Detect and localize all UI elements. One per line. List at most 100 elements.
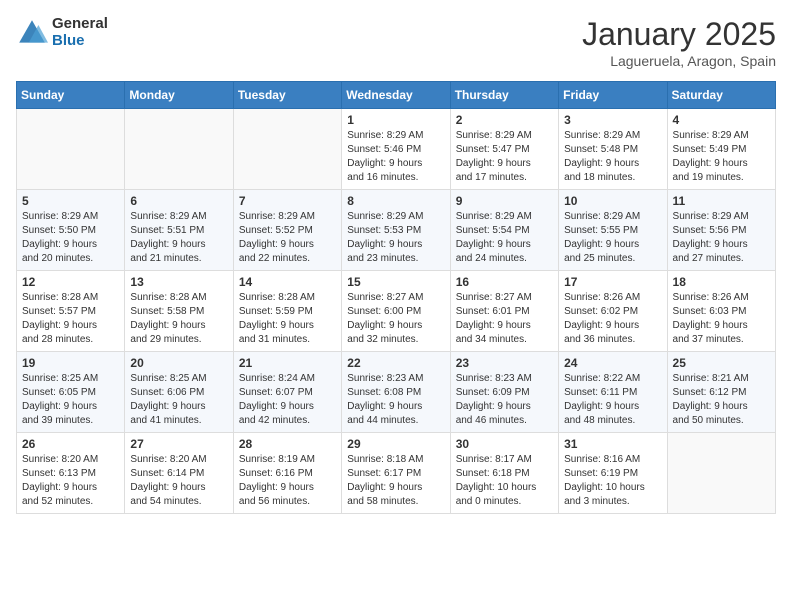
day-info: Sunrise: 8:29 AMSunset: 5:51 PMDaylight:… [130,210,227,266]
calendar-day-cell: 2 Sunrise: 8:29 AMSunset: 5:47 PMDaylight… [450,109,558,190]
day-info: Sunrise: 8:28 AMSunset: 5:57 PMDaylight:… [22,291,119,347]
calendar-week-row: 1 Sunrise: 8:29 AMSunset: 5:46 PMDaylight… [17,109,776,190]
calendar-day-cell: 6 Sunrise: 8:29 AMSunset: 5:51 PMDaylight… [125,190,233,271]
day-number: 12 [22,275,119,289]
day-info: Sunrise: 8:28 AMSunset: 5:58 PMDaylight:… [130,291,227,347]
calendar-week-row: 12 Sunrise: 8:28 AMSunset: 5:57 PMDayligh… [17,271,776,352]
weekday-header-cell: Wednesday [342,82,450,109]
day-number: 20 [130,356,227,370]
calendar-day-cell: 8 Sunrise: 8:29 AMSunset: 5:53 PMDaylight… [342,190,450,271]
logo-icon [16,17,48,49]
day-number: 28 [239,437,336,451]
calendar-week-row: 5Sunrise: 8:29 AMSunset: 5:50 PMDaylight… [17,190,776,271]
day-info: Sunrise: 8:26 AMSunset: 6:02 PMDaylight:… [564,291,661,347]
day-number: 26 [22,437,119,451]
logo-text: General Blue [52,16,108,49]
weekday-header-cell: Monday [125,82,233,109]
calendar-day-cell: 26 Sunrise: 8:20 AMSunset: 6:13 PMDayligh… [17,433,125,514]
day-info: Sunrise: 8:29 AMSunset: 5:55 PMDaylight:… [564,210,661,266]
day-info: Sunrise: 8:29 AMSunset: 5:52 PMDaylight:… [239,210,336,266]
calendar-day-cell: 29 Sunrise: 8:18 AMSunset: 6:17 PMDayligh… [342,433,450,514]
day-info: Sunrise: 8:29 AMSunset: 5:46 PMDaylight:… [347,129,444,185]
day-info: Sunrise: 8:29 AMSunset: 5:53 PMDaylight:… [347,210,444,266]
calendar-week-row: 26 Sunrise: 8:20 AMSunset: 6:13 PMDayligh… [17,433,776,514]
day-info: Sunrise: 8:29 AMSunset: 5:48 PMDaylight:… [564,129,661,185]
calendar-week-row: 19 Sunrise: 8:25 AMSunset: 6:05 PMDayligh… [17,352,776,433]
day-number: 27 [130,437,227,451]
day-info: Sunrise: 8:19 AMSunset: 6:16 PMDaylight:… [239,453,336,509]
calendar-day-cell: 9 Sunrise: 8:29 AMSunset: 5:54 PMDaylight… [450,190,558,271]
weekday-header-row: SundayMondayTuesdayWednesdayThursdayFrid… [17,82,776,109]
calendar-day-cell: 12 Sunrise: 8:28 AMSunset: 5:57 PMDayligh… [17,271,125,352]
day-info: Sunrise: 8:25 AMSunset: 6:05 PMDaylight:… [22,372,119,428]
calendar-day-cell [667,433,775,514]
day-info: Sunrise: 8:29 AMSunset: 5:49 PMDaylight:… [673,129,770,185]
day-info: Sunrise: 8:21 AMSunset: 6:12 PMDaylight:… [673,372,770,428]
day-info: Sunrise: 8:28 AMSunset: 5:59 PMDaylight:… [239,291,336,347]
day-info: Sunrise: 8:27 AMSunset: 6:00 PMDaylight:… [347,291,444,347]
weekday-header-cell: Saturday [667,82,775,109]
day-number: 13 [130,275,227,289]
day-number: 22 [347,356,444,370]
day-number: 30 [456,437,553,451]
day-number: 8 [347,194,444,208]
day-number: 10 [564,194,661,208]
calendar-day-cell: 25 Sunrise: 8:21 AMSunset: 6:12 PMDayligh… [667,352,775,433]
day-info: Sunrise: 8:20 AMSunset: 6:13 PMDaylight:… [22,453,119,509]
calendar-day-cell: 15 Sunrise: 8:27 AMSunset: 6:00 PMDayligh… [342,271,450,352]
logo: General Blue [16,16,108,49]
calendar-day-cell [17,109,125,190]
logo-general-text: General [52,16,108,33]
day-number: 11 [673,194,770,208]
day-number: 4 [673,113,770,127]
calendar-day-cell: 17Sunrise: 8:26 AMSunset: 6:02 PMDayligh… [559,271,667,352]
day-number: 5 [22,194,119,208]
day-number: 7 [239,194,336,208]
calendar: SundayMondayTuesdayWednesdayThursdayFrid… [16,81,776,514]
day-number: 3 [564,113,661,127]
calendar-day-cell: 4 Sunrise: 8:29 AMSunset: 5:49 PMDaylight… [667,109,775,190]
day-info: Sunrise: 8:23 AMSunset: 6:08 PMDaylight:… [347,372,444,428]
calendar-day-cell: 27Sunrise: 8:20 AMSunset: 6:14 PMDayligh… [125,433,233,514]
location-title: Lagueruela, Aragon, Spain [582,53,776,69]
header: General Blue January 2025 Lagueruela, Ar… [16,16,776,69]
calendar-day-cell: 23Sunrise: 8:23 AMSunset: 6:09 PMDayligh… [450,352,558,433]
day-number: 29 [347,437,444,451]
day-info: Sunrise: 8:17 AMSunset: 6:18 PMDaylight:… [456,453,553,509]
calendar-day-cell: 16Sunrise: 8:27 AMSunset: 6:01 PMDayligh… [450,271,558,352]
day-info: Sunrise: 8:29 AMSunset: 5:47 PMDaylight:… [456,129,553,185]
day-number: 19 [22,356,119,370]
day-info: Sunrise: 8:26 AMSunset: 6:03 PMDaylight:… [673,291,770,347]
month-title: January 2025 [582,16,776,53]
calendar-day-cell: 7 Sunrise: 8:29 AMSunset: 5:52 PMDaylight… [233,190,341,271]
calendar-day-cell: 5Sunrise: 8:29 AMSunset: 5:50 PMDaylight… [17,190,125,271]
calendar-day-cell: 22 Sunrise: 8:23 AMSunset: 6:08 PMDayligh… [342,352,450,433]
calendar-day-cell: 20Sunrise: 8:25 AMSunset: 6:06 PMDayligh… [125,352,233,433]
day-number: 15 [347,275,444,289]
day-number: 1 [347,113,444,127]
day-info: Sunrise: 8:27 AMSunset: 6:01 PMDaylight:… [456,291,553,347]
day-number: 14 [239,275,336,289]
calendar-day-cell: 24 Sunrise: 8:22 AMSunset: 6:11 PMDayligh… [559,352,667,433]
calendar-body: 1 Sunrise: 8:29 AMSunset: 5:46 PMDaylight… [17,109,776,514]
day-number: 9 [456,194,553,208]
calendar-day-cell: 19 Sunrise: 8:25 AMSunset: 6:05 PMDayligh… [17,352,125,433]
day-number: 21 [239,356,336,370]
day-number: 24 [564,356,661,370]
calendar-day-cell: 28 Sunrise: 8:19 AMSunset: 6:16 PMDayligh… [233,433,341,514]
day-info: Sunrise: 8:29 AMSunset: 5:56 PMDaylight:… [673,210,770,266]
day-number: 25 [673,356,770,370]
day-number: 6 [130,194,227,208]
day-info: Sunrise: 8:29 AMSunset: 5:54 PMDaylight:… [456,210,553,266]
day-info: Sunrise: 8:23 AMSunset: 6:09 PMDaylight:… [456,372,553,428]
calendar-day-cell [125,109,233,190]
day-number: 2 [456,113,553,127]
calendar-day-cell: 14 Sunrise: 8:28 AMSunset: 5:59 PMDayligh… [233,271,341,352]
calendar-day-cell: 1 Sunrise: 8:29 AMSunset: 5:46 PMDaylight… [342,109,450,190]
day-info: Sunrise: 8:18 AMSunset: 6:17 PMDaylight:… [347,453,444,509]
day-info: Sunrise: 8:22 AMSunset: 6:11 PMDaylight:… [564,372,661,428]
calendar-day-cell [233,109,341,190]
calendar-day-cell: 3 Sunrise: 8:29 AMSunset: 5:48 PMDaylight… [559,109,667,190]
title-area: January 2025 Lagueruela, Aragon, Spain [582,16,776,69]
calendar-day-cell: 13 Sunrise: 8:28 AMSunset: 5:58 PMDayligh… [125,271,233,352]
